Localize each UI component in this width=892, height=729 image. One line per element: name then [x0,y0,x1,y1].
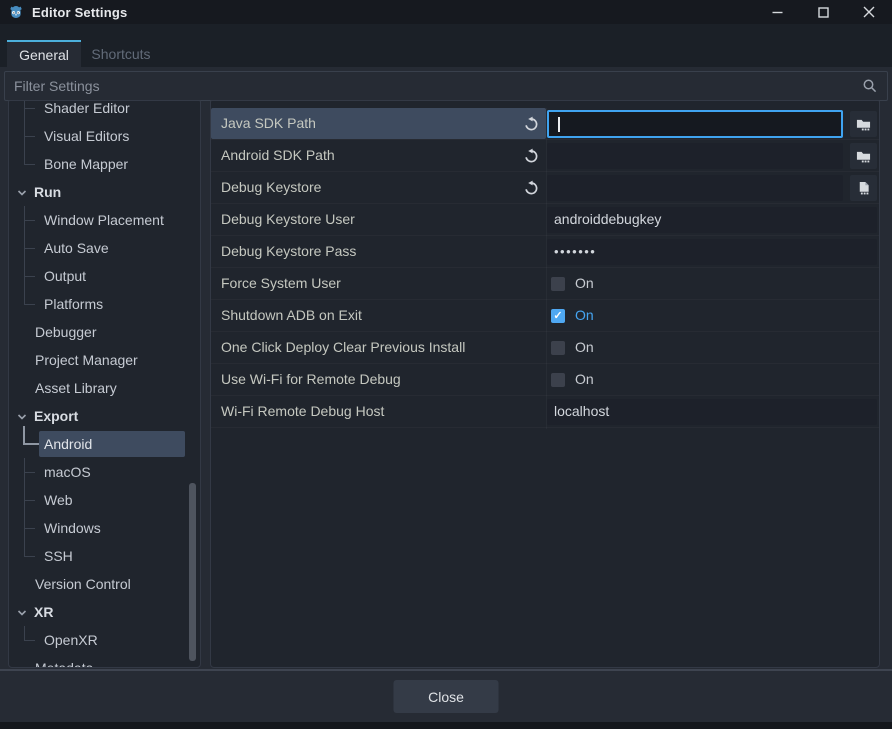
tree-item-auto-save[interactable]: Auto Save [9,234,188,262]
window-title: Editor Settings [32,5,127,20]
tree-item-shader-editor[interactable]: Shader Editor [9,101,188,122]
browse-file-button[interactable] [850,175,877,201]
setting-label: Wi-Fi Remote Debug Host [221,396,384,427]
tree-item-android[interactable]: Android [9,430,188,458]
tree-item-asset-library[interactable]: Asset Library [9,374,188,402]
tree-section-run[interactable]: Run [9,178,188,206]
setting-label: One Click Deploy Clear Previous Install [221,332,465,363]
chevron-down-icon[interactable] [16,186,28,198]
setting-row-force-system-user: Force System User On [211,268,879,300]
footer-divider [0,669,892,671]
setting-label: Debug Keystore User [221,204,355,235]
tab-strip: General Shortcuts [0,24,892,67]
setting-label: Java SDK Path [221,108,316,139]
tree-item-version-control[interactable]: Version Control [9,570,188,598]
tree-item-windows[interactable]: Windows [9,514,188,542]
tree-item-visual-editors[interactable]: Visual Editors [9,122,188,150]
maximize-icon [818,7,829,18]
tree-item-macos[interactable]: macOS [9,458,188,486]
setting-label: Debug Keystore Pass [221,236,356,267]
checkbox-checked[interactable]: ✓ [551,309,565,323]
java-sdk-path-input[interactable] [547,110,843,138]
file-icon [856,181,871,196]
browse-folder-button[interactable] [850,143,877,169]
checkbox-label: On [575,300,594,331]
setting-label: Android SDK Path [221,140,335,171]
debug-keystore-user-input[interactable]: androiddebugkey [547,207,877,233]
tree-scrollbar-thumb[interactable] [189,483,196,661]
close-window-button[interactable] [846,0,892,24]
settings-tree: Shader Editor Visual Editors Bone Mapper… [9,101,188,667]
tab-general-label: General [19,47,69,63]
setting-label: Use Wi-Fi for Remote Debug [221,364,401,395]
tree-section-export[interactable]: Export [9,402,188,430]
setting-row-java-sdk-path: Java SDK Path [211,108,879,140]
setting-row-debug-keystore-pass: Debug Keystore Pass ••••••• [211,236,879,268]
filter-placeholder: Filter Settings [14,78,100,94]
debug-keystore-pass-input[interactable]: ••••••• [547,239,877,265]
tree-item-metadata[interactable]: Metadata [9,654,188,667]
chevron-down-icon[interactable] [16,606,28,618]
titlebar: Editor Settings [0,0,892,24]
tree-item-window-placement[interactable]: Window Placement [9,206,188,234]
setting-row-wifi-remote-debug-host: Wi-Fi Remote Debug Host localhost [211,396,879,428]
tree-item-web[interactable]: Web [9,486,188,514]
setting-label: Force System User [221,268,341,299]
tab-shortcuts-label: Shortcuts [91,46,150,62]
revert-icon[interactable] [523,148,539,164]
chevron-down-icon[interactable] [16,410,28,422]
close-icon [863,6,875,18]
wifi-remote-debug-host-input[interactable]: localhost [547,399,877,425]
checkbox-label: On [575,332,594,363]
checkbox-unchecked[interactable] [551,373,565,387]
setting-row-shutdown-adb-on-exit: Shutdown ADB on Exit ✓ On [211,300,879,332]
filter-settings-input[interactable]: Filter Settings [4,71,888,101]
setting-label: Debug Keystore [221,172,321,203]
setting-label: Shutdown ADB on Exit [221,300,362,331]
checkbox-label: On [575,364,594,395]
window-controls [754,0,892,24]
tree-item-bone-mapper[interactable]: Bone Mapper [9,150,188,178]
tree-item-debugger[interactable]: Debugger [9,318,188,346]
browse-folder-button[interactable] [850,111,877,137]
setting-row-use-wifi-for-remote-debug: Use Wi-Fi for Remote Debug On [211,364,879,396]
checkbox-label: On [575,268,594,299]
tree-section-xr[interactable]: XR [9,598,188,626]
tree-item-project-manager[interactable]: Project Manager [9,346,188,374]
folder-icon [856,117,871,132]
godot-logo-icon [8,4,24,20]
tree-item-platforms[interactable]: Platforms [9,290,188,318]
setting-row-debug-keystore-user: Debug Keystore User androiddebugkey [211,204,879,236]
settings-panel: Java SDK Path Android SDK Path [210,100,880,668]
setting-row-android-sdk-path: Android SDK Path [211,140,879,172]
editor-settings-dialog: Editor Settings General Shortcuts Filter… [0,0,892,729]
revert-icon[interactable] [523,180,539,196]
minimize-icon [772,7,783,18]
tab-shortcuts[interactable]: Shortcuts [81,40,161,67]
debug-keystore-input[interactable] [547,175,843,201]
maximize-button[interactable] [800,0,846,24]
folder-icon [856,149,871,164]
window-bottom-edge [0,722,892,729]
minimize-button[interactable] [754,0,800,24]
checkbox-unchecked[interactable] [551,277,565,291]
revert-icon[interactable] [523,116,539,132]
setting-row-debug-keystore: Debug Keystore [211,172,879,204]
tab-general[interactable]: General [7,40,81,67]
tree-item-openxr[interactable]: OpenXR [9,626,188,654]
checkbox-unchecked[interactable] [551,341,565,355]
setting-row-one-click-deploy-clear-previous-install: One Click Deploy Clear Previous Install … [211,332,879,364]
tree-item-output[interactable]: Output [9,262,188,290]
tree-item-ssh[interactable]: SSH [9,542,188,570]
close-button[interactable]: Close [394,680,499,713]
search-icon [862,78,878,94]
settings-tree-panel: Shader Editor Visual Editors Bone Mapper… [8,100,201,668]
text-caret [558,117,560,132]
android-sdk-path-input[interactable] [547,143,843,169]
